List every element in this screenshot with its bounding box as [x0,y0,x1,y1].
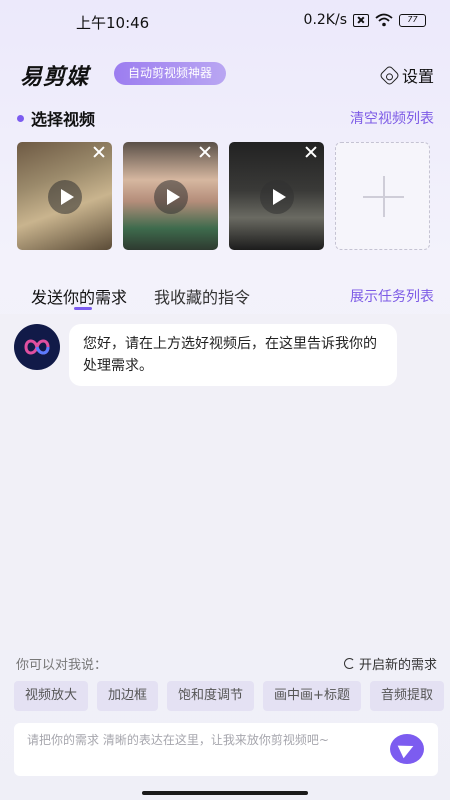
status-bar: 上午10:46 0.2K/s 77 [0,0,450,40]
send-button[interactable] [390,734,424,764]
refresh-icon [343,658,355,669]
suggestion-chip[interactable]: 音频提取 [369,681,444,711]
show-task-list-link[interactable]: 展示任务列表 [350,286,434,306]
request-input[interactable] [27,731,377,771]
app-slogan-badge: 自动剪视频神器 [114,62,227,85]
app-logo: 易剪媒 [20,65,90,90]
suggestion-chips: 视频放大 加边框 饱和度调节 画中画+标题 音频提取 [14,681,450,711]
add-video-button[interactable] [335,142,430,250]
status-indicators: 0.2K/s 77 [304,12,426,28]
settings-label: 设置 [401,67,434,86]
bullet-dot [17,114,24,122]
play-icon[interactable] [48,180,82,214]
gear-icon [378,64,401,86]
request-input-box [14,723,438,776]
suggestion-chip[interactable]: 视频放大 [14,681,89,711]
suggestions-title: 你可以对我说： [16,658,108,673]
battery-icon: 77 [399,13,426,27]
video-thumbnail-list [17,142,430,250]
tab-saved-commands[interactable]: 我收藏的指令 [154,284,250,308]
new-request-button[interactable]: 开启新的需求 [343,654,437,673]
no-sim-icon [353,13,369,27]
network-speed: 0.2K/s [303,12,347,28]
bot-message-bubble: 您好，请在上方选好视频后，在这里告诉我你的处理需求。 [69,324,397,386]
chat-area: 您好，请在上方选好视频后，在这里告诉我你的处理需求。 [0,314,450,650]
bot-avatar [14,324,60,370]
select-video-heading: 选择视频 [17,106,95,130]
tab-send-request[interactable]: 发送你的需求 [31,284,127,310]
wifi-icon [375,13,393,27]
video-thumbnail[interactable] [123,142,218,250]
close-icon[interactable] [92,145,106,159]
select-video-title: 选择视频 [31,110,96,129]
infinity-logo-icon [24,339,50,355]
close-icon[interactable] [198,145,212,159]
home-indicator [142,791,308,795]
play-icon[interactable] [154,180,188,214]
suggestion-chip[interactable]: 加边框 [97,681,159,711]
close-icon[interactable] [304,145,318,159]
play-icon[interactable] [260,180,294,214]
suggestion-chip[interactable]: 画中画+标题 [263,681,361,711]
clear-video-list-link[interactable]: 清空视频列表 [350,108,434,128]
settings-button[interactable]: 设置 [378,63,434,87]
video-thumbnail[interactable] [17,142,112,250]
new-request-label: 开启新的需求 [358,658,437,673]
suggestion-chip[interactable]: 饱和度调节 [167,681,255,711]
video-thumbnail[interactable] [229,142,324,250]
request-tabs: 发送你的需求 我收藏的指令 [31,284,250,310]
status-time: 上午10:46 [76,14,150,32]
